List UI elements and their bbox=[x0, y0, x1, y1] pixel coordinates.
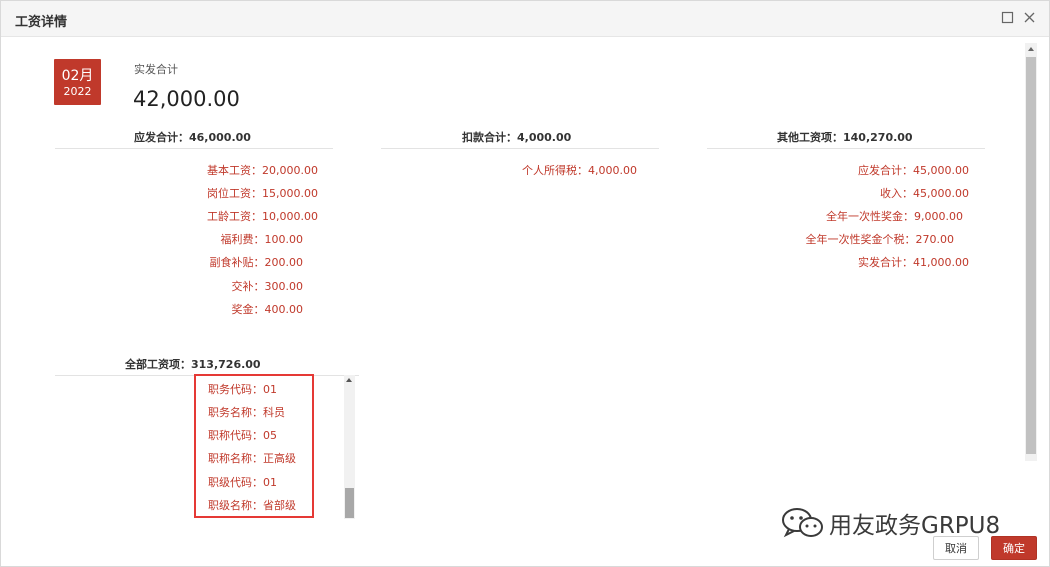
deduction-header: 扣款合计：4,000.00 bbox=[462, 129, 571, 145]
date-month: 02月 bbox=[61, 68, 94, 84]
watermark: 用友政务GRPU8 bbox=[781, 505, 1017, 539]
ok-button[interactable]: 确定 bbox=[991, 536, 1037, 560]
date-badge: 02月 2022 bbox=[54, 59, 101, 105]
scrollbar-thumb[interactable] bbox=[1026, 57, 1036, 454]
salary-detail-dialog: 工资详情 02月 2022 实发合计 42,000.00 应发合计：46,000… bbox=[0, 0, 1050, 567]
gross-pay-value: 46,000.00 bbox=[189, 131, 251, 144]
cancel-button[interactable]: 取消 bbox=[933, 536, 979, 560]
list-item: 应发合计：45,000.00 bbox=[858, 164, 969, 177]
list-item: 奖金：400.00 bbox=[231, 303, 304, 316]
other-items-value: 140,270.00 bbox=[843, 131, 913, 144]
dialog-title: 工资详情 bbox=[15, 15, 68, 30]
net-pay-label: 实发合计 bbox=[134, 63, 178, 76]
list-item: 副食补贴：200.00 bbox=[209, 256, 304, 269]
gross-pay-header: 应发合计：46,000.00 bbox=[134, 129, 251, 145]
list-item: 工龄工资：10,000.00 bbox=[207, 210, 318, 223]
gross-pay-title: 应发合计： bbox=[134, 131, 189, 144]
maximize-icon[interactable] bbox=[1001, 11, 1015, 25]
list-item: 实发合计：41,000.00 bbox=[858, 256, 969, 269]
all-items-header: 全部工资项：313,726.00 bbox=[125, 356, 261, 372]
deduction-value: 4,000.00 bbox=[517, 131, 572, 144]
list-item: 基本工资：20,000.00 bbox=[207, 164, 318, 177]
scroll-up-icon[interactable] bbox=[346, 378, 352, 382]
dialog-titlebar: 工资详情 bbox=[1, 1, 1049, 37]
date-year: 2022 bbox=[63, 85, 92, 98]
divider bbox=[381, 148, 659, 149]
list-item: 福利费：100.00 bbox=[220, 233, 304, 246]
divider bbox=[707, 148, 985, 149]
scrollbar-thumb[interactable] bbox=[345, 488, 354, 518]
inner-scrollbar[interactable] bbox=[344, 375, 355, 519]
wechat-icon bbox=[782, 508, 823, 538]
list-item: 全年一次性奖金：9,000.00 bbox=[826, 210, 963, 223]
deduction-title: 扣款合计： bbox=[462, 131, 517, 144]
list-item: 岗位工资：15,000.00 bbox=[207, 187, 318, 200]
list-item: 全年一次性奖金个税：270.00 bbox=[805, 233, 955, 246]
all-items-value: 313,726.00 bbox=[191, 358, 261, 371]
list-item: 收入：45,000.00 bbox=[880, 187, 969, 200]
watermark-text: 用友政务GRPU8 bbox=[829, 513, 1001, 539]
scroll-up-icon[interactable] bbox=[1028, 47, 1034, 51]
other-items-title: 其他工资项： bbox=[777, 131, 843, 144]
other-items-header: 其他工资项：140,270.00 bbox=[777, 129, 913, 145]
main-scrollbar[interactable] bbox=[1025, 43, 1037, 461]
list-item: 交补：300.00 bbox=[231, 280, 304, 293]
all-items-title: 全部工资项： bbox=[125, 358, 191, 371]
close-icon[interactable] bbox=[1023, 11, 1037, 25]
highlight-box bbox=[194, 374, 314, 518]
divider bbox=[55, 148, 333, 149]
list-item: 个人所得税：4,000.00 bbox=[522, 164, 637, 177]
net-pay-value: 42,000.00 bbox=[133, 87, 240, 111]
